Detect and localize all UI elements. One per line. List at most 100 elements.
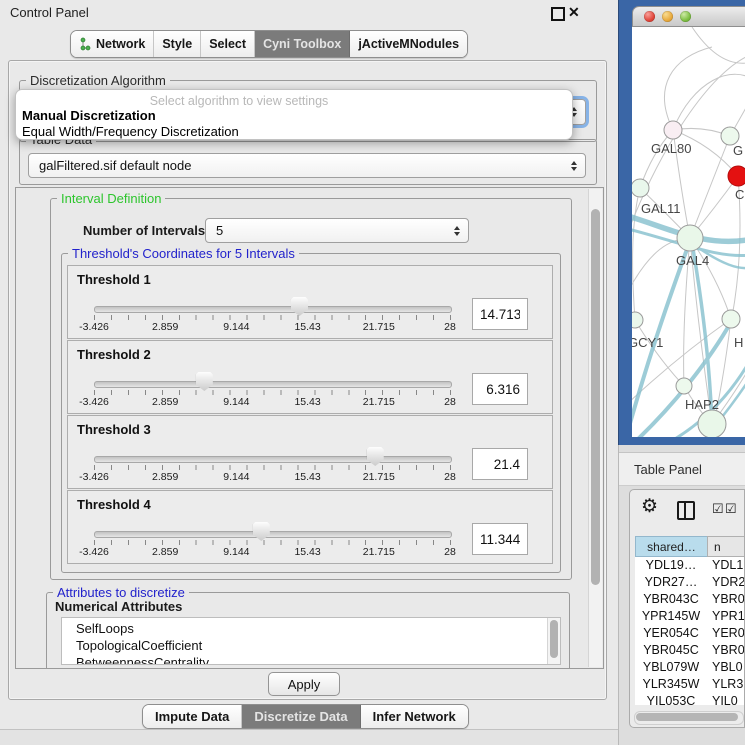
threshold-4-slider-track[interactable] [94,531,452,538]
table-row[interactable]: YBR045CYBR0 [635,642,745,659]
thresholds-group-title: Threshold's Coordinates for 5 Intervals [68,246,299,261]
number-of-intervals-combobox[interactable]: 5 [205,218,469,243]
list-vertical-scrollbar[interactable] [547,618,560,664]
scrollbar-thumb[interactable] [550,620,558,658]
network-node[interactable] [632,312,643,328]
table-cell[interactable]: YPR1 [707,608,745,625]
table-row[interactable]: YLR345WYLR3 [635,676,745,693]
table-cell[interactable]: YLR345W [635,676,707,693]
tab-jactivemnodules[interactable]: jActiveMNodules [350,31,467,57]
dropdown-option-equal-width-frequency[interactable]: Equal Width/Frequency Discretization [22,124,239,139]
tab-select[interactable]: Select [201,31,255,57]
table-cell[interactable]: YDL19… [635,557,707,574]
checkbox-icon[interactable]: ☑ [712,501,724,517]
table-row[interactable]: YDL19…YDL1 [635,557,745,574]
scrollbar-thumb[interactable] [591,209,600,585]
network-window-titlebar[interactable] [632,6,745,27]
tick-label: 21.715 [363,396,395,408]
window-minimize-icon[interactable] [662,11,673,22]
float-window-icon[interactable] [551,7,565,21]
close-icon[interactable]: ✕ [568,4,580,21]
window-zoom-icon[interactable] [680,11,691,22]
network-node[interactable] [632,179,649,197]
table-cell[interactable]: YBR045C [635,642,707,659]
tick-label: 15.43 [294,396,320,408]
tab-impute-data[interactable]: Impute Data [143,705,242,728]
table-cell[interactable]: YBL0 [707,659,745,676]
tab-cyni-toolbox[interactable]: Cyni Toolbox [255,31,350,57]
window-close-icon[interactable] [644,11,655,22]
network-icon [79,37,91,51]
table-cell[interactable]: YPR145W [635,608,707,625]
threshold-2-slider-track[interactable] [94,381,452,388]
threshold-3-value-field[interactable] [472,448,528,480]
table-data-combobox[interactable]: galFiltered.sif default node [28,153,586,178]
tick-label: -3.426 [79,471,109,483]
threshold-2-slider-thumb[interactable] [196,372,213,391]
network-node[interactable] [677,225,703,251]
table-row[interactable]: YIL053CYIL0 [635,693,745,705]
threshold-1-value-field[interactable] [472,298,528,330]
tab-style-label: Style [162,37,192,51]
tick-label: 28 [444,471,456,483]
table-row[interactable]: YBL079WYBL0 [635,659,745,676]
network-node[interactable] [676,378,692,394]
settings-vertical-scrollbar[interactable] [588,189,602,667]
column-header-shared-name[interactable]: shared… [635,536,708,557]
threshold-3-slider-track[interactable] [94,456,452,463]
network-node[interactable] [698,410,726,437]
tick-label: 9.144 [223,471,249,483]
scrollbar-thumb[interactable] [636,713,738,721]
network-node[interactable] [664,121,682,139]
threshold-4-slider-thumb[interactable] [253,522,270,541]
table-cell[interactable]: YDL1 [707,557,745,574]
interval-definition-group: Interval Definition Number of Intervals … [50,198,572,580]
threshold-1-slider-track[interactable] [94,306,452,313]
tick-label: 15.43 [294,321,320,333]
algorithm-dropdown-popup: Select algorithm to view settings Manual… [15,89,573,140]
table-row[interactable]: YPR145WYPR1 [635,608,745,625]
tick-label: 2.859 [152,546,178,558]
network-node[interactable] [722,310,740,328]
network-node-selected[interactable] [728,166,745,186]
table-cell[interactable]: YBR043C [635,591,707,608]
table-row[interactable]: YDR27…YDR2 [635,574,745,591]
tab-infer-network[interactable]: Infer Network [361,705,468,728]
gear-icon[interactable]: ⚙ [641,496,658,518]
table-cell[interactable]: YIL053C [635,693,707,705]
tab-style[interactable]: Style [154,31,201,57]
table-horizontal-scrollbar[interactable] [634,711,744,725]
apply-button[interactable]: Apply [268,672,340,696]
threshold-4-value-field[interactable] [472,523,528,555]
list-item[interactable]: BetweennessCentrality [62,654,560,665]
threshold-3-slider-thumb[interactable] [367,447,384,466]
slider-ticks [94,390,451,395]
cyni-bottom-tabbar: Impute Data Discretize Data Infer Networ… [142,704,469,729]
table-cell[interactable]: YDR2 [707,574,745,591]
table-cell[interactable]: YLR3 [707,676,745,693]
table-row[interactable]: YER054CYER0 [635,625,745,642]
columns-icon[interactable] [677,501,695,520]
list-item[interactable]: TopologicalCoefficient [62,637,560,654]
table-row[interactable]: YBR043CYBR0 [635,591,745,608]
table-cell[interactable]: YBL079W [635,659,707,676]
tab-discretize-data[interactable]: Discretize Data [242,705,360,728]
checkbox-icon[interactable]: ☑ [725,501,737,517]
table-cell[interactable]: YER0 [707,625,745,642]
table-cell[interactable]: YIL0 [707,693,745,705]
column-header-name[interactable]: n [707,536,745,557]
tab-discretize-data-label: Discretize Data [254,709,347,724]
discretization-algorithm-group-title: Discretization Algorithm [26,73,170,88]
tick-label: 21.715 [363,546,395,558]
dropdown-option-manual-discretization[interactable]: Manual Discretization [22,108,156,123]
tab-network[interactable]: Network [71,31,154,57]
table-cell[interactable]: YBR0 [707,642,745,659]
table-cell[interactable]: YER054C [635,625,707,642]
table-cell[interactable]: YBR0 [707,591,745,608]
threshold-2-label: Threshold 2 [77,347,151,362]
table-cell[interactable]: YDR27… [635,574,707,591]
network-canvas[interactable]: GAL80 G GAL11 C GAL4 GCY1 H HAP2 [632,27,745,437]
threshold-2-value-field[interactable] [472,373,528,405]
list-item[interactable]: SelfLoops [62,618,560,637]
threshold-1-slider-thumb[interactable] [291,297,308,316]
